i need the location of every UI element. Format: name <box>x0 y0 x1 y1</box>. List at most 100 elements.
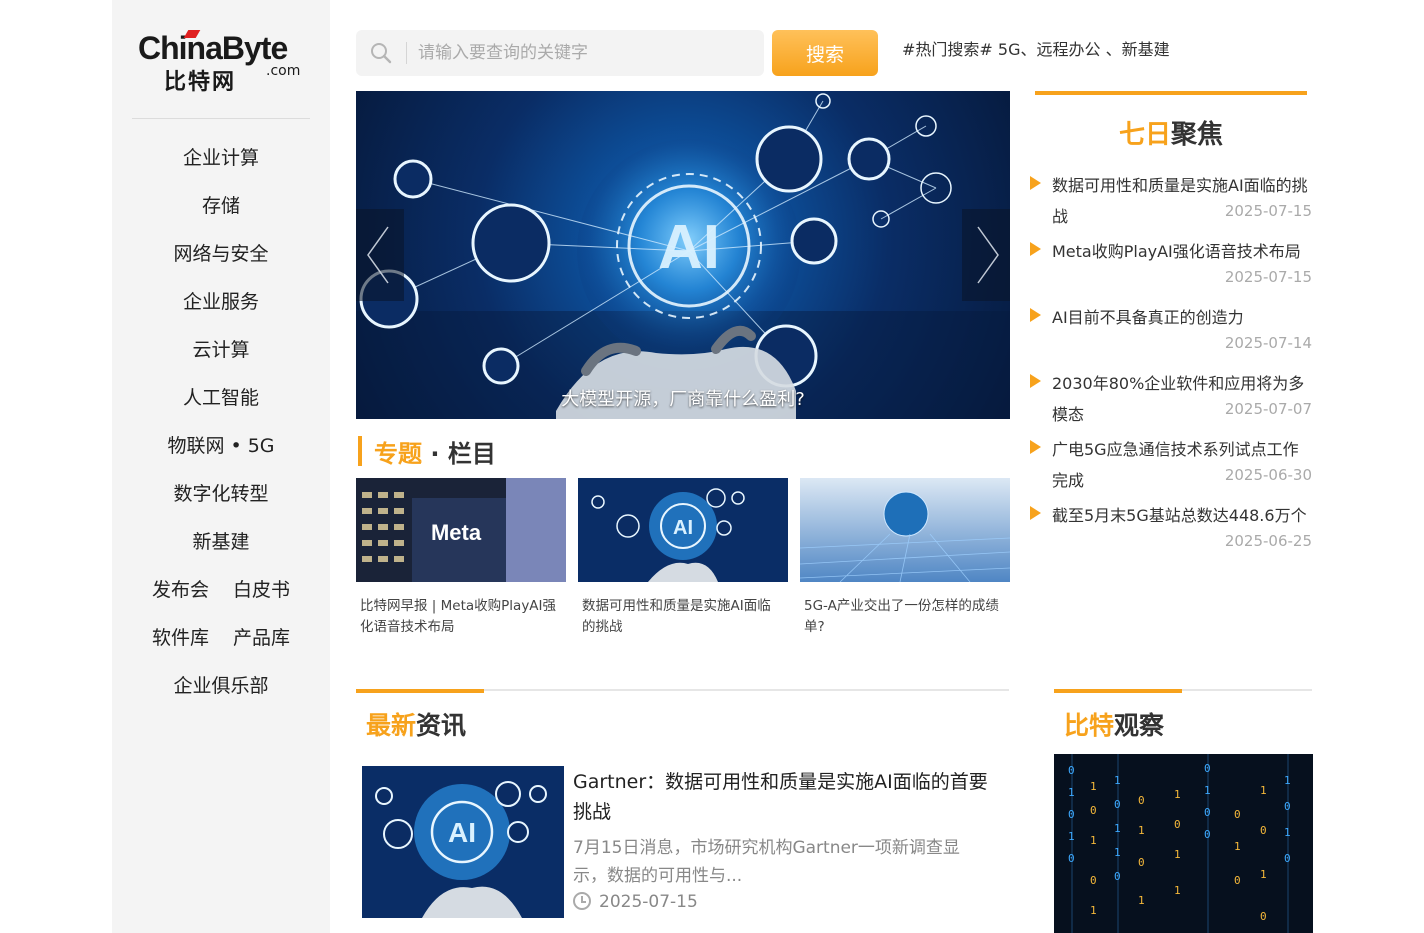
svg-text:AI: AI <box>448 817 476 848</box>
nav-item-cloud[interactable]: 云计算 <box>112 328 330 376</box>
banner-ai-text: AI <box>658 213 720 282</box>
nav-item-whitepapers[interactable]: 白皮书 <box>233 568 290 616</box>
chinabyte-logo[interactable]: ChinaByte 比特网 .com <box>138 30 308 95</box>
triangle-bullet-icon <box>1030 440 1041 454</box>
carousel-prev-button[interactable] <box>356 209 404 301</box>
focus-item-date: 2025-07-07 <box>1224 400 1312 418</box>
focus-item-title[interactable]: AI目前不具备真正的创造力 <box>1052 302 1314 333</box>
svg-text:0: 0 <box>1204 828 1211 841</box>
focus-item-date: 2025-06-30 <box>1224 466 1312 484</box>
svg-text:1: 1 <box>1090 780 1097 793</box>
svg-text:1: 1 <box>1174 848 1181 861</box>
nav-item-software-library[interactable]: 软件库 <box>152 616 209 664</box>
topic-card[interactable]: AI 数据可用性和质量是实施AI面临的挑战 <box>578 478 788 638</box>
hot-search-links[interactable]: #热门搜索# 5G、远程办公 、新基建 <box>902 36 1170 60</box>
card-image-5g[interactable] <box>800 478 1010 582</box>
focus-item-title[interactable]: 数据可用性和质量是实施AI面临的挑战 <box>1052 170 1314 232</box>
nav-item-launch-events[interactable]: 发布会 <box>152 568 209 616</box>
svg-text:1: 1 <box>1284 826 1291 839</box>
logo-wordmark: ChinaByte <box>138 30 288 66</box>
focus-item-title[interactable]: 广电5G应急通信技术系列试点工作完成 <box>1052 434 1314 496</box>
topic-card[interactable]: Meta 比特网早报 | Meta收购PlayAI强化语音技术布局 <box>356 478 566 638</box>
card-image-meta[interactable]: Meta <box>356 478 566 582</box>
nav-item-enterprise-services[interactable]: 企业服务 <box>112 280 330 328</box>
focus-list: 数据可用性和质量是实施AI面临的挑战 2025-07-15 Meta收购Play… <box>1030 170 1314 566</box>
search-icon[interactable] <box>370 42 392 64</box>
nav-row-events: 发布会 白皮书 <box>112 568 330 616</box>
observe-section-title: 比特观察 <box>1064 711 1165 740</box>
logo-com: .com <box>266 63 301 79</box>
card-title[interactable]: 5G-A产业交出了一份怎样的成绩单? <box>800 596 1010 638</box>
svg-text:0: 0 <box>1068 852 1075 865</box>
svg-text:0: 0 <box>1234 874 1241 887</box>
nav-item-product-library[interactable]: 产品库 <box>233 616 290 664</box>
news-date-row: 2025-07-15 <box>573 892 698 912</box>
nav-item-iot-5g[interactable]: 物联网 • 5G <box>112 424 330 472</box>
carousel-next-button[interactable] <box>962 209 1010 301</box>
focus-item[interactable]: 2030年80%企业软件和应用将为多模态 2025-07-07 <box>1030 368 1314 434</box>
news-thumbnail[interactable]: AI <box>362 766 564 918</box>
search-input[interactable] <box>418 30 748 76</box>
nav-item-enterprise-computing[interactable]: 企业计算 <box>112 136 330 184</box>
svg-text:1: 1 <box>1138 894 1145 907</box>
triangle-bullet-icon <box>1030 506 1041 520</box>
observe-image[interactable]: 0 1 0 1 0 1 0 1 1 0 0 1 0 0 1 0 1 0 1 0 1 0 1 0 1 0 1 1 0 1 1 0 1… <box>1054 754 1313 933</box>
focus-item-date: 2025-07-14 <box>1224 334 1312 352</box>
svg-text:0: 0 <box>1260 910 1267 923</box>
svg-text:0: 0 <box>1138 794 1145 807</box>
svg-text:1: 1 <box>1090 834 1097 847</box>
focus-item[interactable]: 截至5月末5G基站总数达448.6万个 2025-06-25 <box>1030 500 1314 566</box>
card-image-ai[interactable]: AI <box>578 478 788 582</box>
triangle-bullet-icon <box>1030 176 1041 190</box>
svg-text:1: 1 <box>1090 904 1097 917</box>
focus-accent-line <box>1035 91 1307 95</box>
focus-item[interactable]: AI目前不具备真正的创造力 2025-07-14 <box>1030 302 1314 368</box>
card-title[interactable]: 比特网早报 | Meta收购PlayAI强化语音技术布局 <box>356 596 566 638</box>
triangle-bullet-icon <box>1030 242 1041 256</box>
focus-item[interactable]: 数据可用性和质量是实施AI面临的挑战 2025-07-15 <box>1030 170 1314 236</box>
nav-row-libraries: 软件库 产品库 <box>112 616 330 664</box>
svg-text:1: 1 <box>1260 784 1267 797</box>
svg-text:0: 0 <box>1114 870 1121 883</box>
focus-item-title[interactable]: Meta收购PlayAI强化语音技术布局 <box>1052 236 1314 267</box>
nav-item-enterprise-club[interactable]: 企业俱乐部 <box>112 664 330 712</box>
topic-accent-bar <box>358 436 362 466</box>
svg-text:1: 1 <box>1204 784 1211 797</box>
nav-item-ai[interactable]: 人工智能 <box>112 376 330 424</box>
topic-card[interactable]: 5G-A产业交出了一份怎样的成绩单? <box>800 478 1010 638</box>
hero-carousel[interactable]: AI 大模型开源，厂商靠什么盈利? <box>356 91 1010 419</box>
svg-text:0: 0 <box>1204 762 1211 775</box>
svg-text:0: 0 <box>1284 800 1291 813</box>
chevron-right-icon <box>977 226 999 284</box>
carousel-caption[interactable]: 大模型开源，厂商靠什么盈利? <box>356 385 1010 411</box>
svg-text:1: 1 <box>1068 830 1075 843</box>
focus-item-title[interactable]: 截至5月末5G基站总数达448.6万个 <box>1052 500 1314 531</box>
focus-item-date: 2025-07-15 <box>1224 268 1312 286</box>
news-headline[interactable]: Gartner：数据可用性和质量是实施AI面临的首要挑战 <box>573 767 993 827</box>
svg-text:0: 0 <box>1284 852 1291 865</box>
focus-item-title[interactable]: 2030年80%企业软件和应用将为多模态 <box>1052 368 1314 430</box>
nav-item-new-infrastructure[interactable]: 新基建 <box>112 520 330 568</box>
ai-network-illustration: AI <box>356 93 1010 419</box>
svg-text:0: 0 <box>1068 764 1075 777</box>
card-title[interactable]: 数据可用性和质量是实施AI面临的挑战 <box>578 596 788 638</box>
svg-text:0: 0 <box>1090 804 1097 817</box>
chevron-left-icon <box>367 226 389 284</box>
focus-item[interactable]: Meta收购PlayAI强化语音技术布局 2025-07-15 <box>1030 236 1314 302</box>
focus-item[interactable]: 广电5G应急通信技术系列试点工作完成 2025-06-30 <box>1030 434 1314 500</box>
svg-text:1: 1 <box>1174 788 1181 801</box>
sidebar-nav: 企业计算 存储 网络与安全 企业服务 云计算 人工智能 物联网 • 5G 数字化… <box>112 136 330 712</box>
svg-text:1: 1 <box>1068 786 1075 799</box>
svg-text:0: 0 <box>1174 818 1181 831</box>
sidebar-divider <box>132 118 310 119</box>
triangle-bullet-icon <box>1030 374 1041 388</box>
svg-text:1: 1 <box>1138 824 1145 837</box>
news-accent-line <box>356 689 484 693</box>
nav-item-storage[interactable]: 存储 <box>112 184 330 232</box>
search-button[interactable]: 搜索 <box>772 30 878 76</box>
svg-text:0: 0 <box>1204 806 1211 819</box>
svg-text:1: 1 <box>1114 822 1121 835</box>
svg-text:0: 0 <box>1260 824 1267 837</box>
nav-item-digital-transformation[interactable]: 数字化转型 <box>112 472 330 520</box>
nav-item-network-security[interactable]: 网络与安全 <box>112 232 330 280</box>
